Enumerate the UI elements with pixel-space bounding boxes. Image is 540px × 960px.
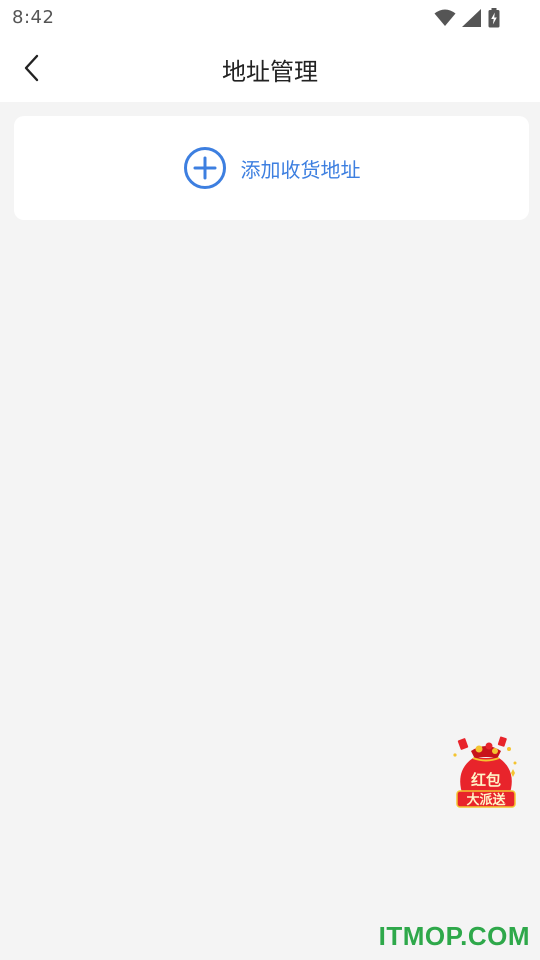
battery-charging-icon: [488, 8, 500, 28]
header-bar: 地址管理: [0, 36, 540, 102]
page-title: 地址管理: [222, 58, 318, 86]
status-bar: 8:42: [0, 0, 540, 36]
add-address-label: 添加收货地址: [240, 157, 361, 182]
add-address-button[interactable]: 添加收货地址: [14, 116, 529, 220]
wifi-icon: [434, 9, 456, 27]
red-envelope-promo-button[interactable]: 红包 大派送: [449, 733, 523, 813]
watermark: ITMOP.COM: [378, 921, 530, 951]
signal-icon: [462, 9, 482, 27]
promo-line1: 红包: [471, 771, 501, 789]
promo-line2: 大派送: [466, 792, 506, 808]
status-time: 8:42: [12, 7, 55, 28]
plus-circle-icon: [183, 146, 227, 190]
status-icons: [434, 8, 500, 28]
red-envelope-icon: 红包 大派送: [453, 736, 517, 808]
